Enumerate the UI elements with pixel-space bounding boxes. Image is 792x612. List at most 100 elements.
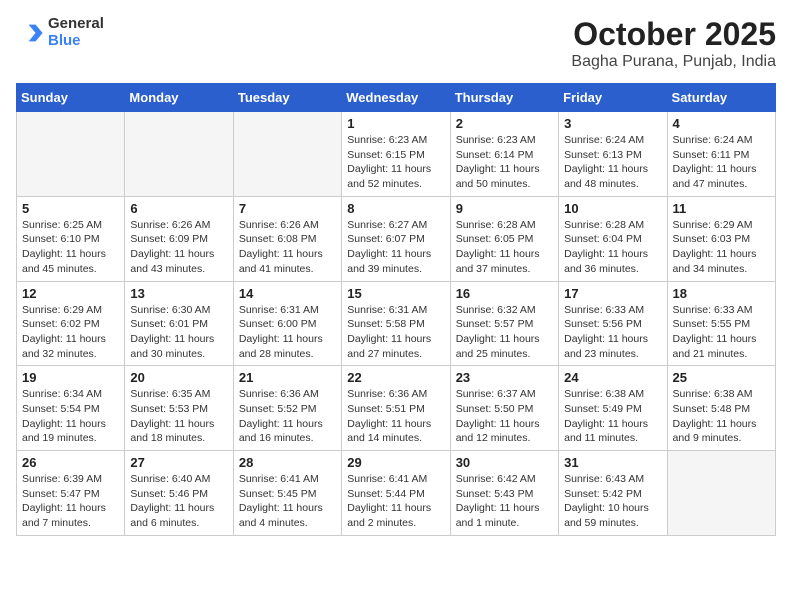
- day-info: Sunrise: 6:29 AMSunset: 6:02 PMDaylight:…: [22, 303, 119, 362]
- day-number: 21: [239, 370, 336, 385]
- calendar-cell: 18 Sunrise: 6:33 AMSunset: 5:55 PMDayligh…: [667, 281, 775, 366]
- calendar-cell: 31Sunrise: 6:43 AMSunset: 5:42 PMDayligh…: [559, 451, 667, 536]
- calendar-cell: 29 Sunrise: 6:41 AMSunset: 5:44 PMDayligh…: [342, 451, 450, 536]
- calendar-week-2: 5 Sunrise: 6:25 AMSunset: 6:10 PMDaylight…: [17, 196, 776, 281]
- calendar-cell: 13 Sunrise: 6:30 AMSunset: 6:01 PMDayligh…: [125, 281, 233, 366]
- calendar-cell: 21 Sunrise: 6:36 AMSunset: 5:52 PMDayligh…: [233, 366, 341, 451]
- day-number: 16: [456, 286, 553, 301]
- day-number: 5: [22, 201, 119, 216]
- day-number: 8: [347, 201, 444, 216]
- day-info: Sunrise: 6:37 AMSunset: 5:50 PMDaylight:…: [456, 387, 553, 446]
- calendar-body: 1Sunrise: 6:23 AMSunset: 6:15 PMDaylight…: [17, 112, 776, 536]
- calendar-cell: 3 Sunrise: 6:24 AMSunset: 6:13 PMDaylight…: [559, 112, 667, 197]
- day-number: 4: [673, 116, 770, 131]
- calendar-cell: 12 Sunrise: 6:29 AMSunset: 6:02 PMDayligh…: [17, 281, 125, 366]
- calendar-cell: 11Sunrise: 6:29 AMSunset: 6:03 PMDayligh…: [667, 196, 775, 281]
- logo-line1: General: [48, 16, 104, 33]
- day-number: 15: [347, 286, 444, 301]
- calendar-cell: 26 Sunrise: 6:39 AMSunset: 5:47 PMDayligh…: [17, 451, 125, 536]
- day-number: 12: [22, 286, 119, 301]
- calendar-cell: 1Sunrise: 6:23 AMSunset: 6:15 PMDaylight…: [342, 112, 450, 197]
- weekday-header-monday: Monday: [125, 84, 233, 112]
- calendar-table: SundayMondayTuesdayWednesdayThursdayFrid…: [16, 83, 776, 536]
- day-info: Sunrise: 6:35 AMSunset: 5:53 PMDaylight:…: [130, 387, 227, 446]
- day-info: Sunrise: 6:33 AMSunset: 5:56 PMDaylight:…: [564, 303, 661, 362]
- calendar-cell: 28 Sunrise: 6:41 AMSunset: 5:45 PMDayligh…: [233, 451, 341, 536]
- title-block: October 2025 Bagha Purana, Punjab, India: [571, 16, 776, 71]
- day-info: Sunrise: 6:31 AMSunset: 6:00 PMDaylight:…: [239, 303, 336, 362]
- day-number: 9: [456, 201, 553, 216]
- calendar-cell: 24Sunrise: 6:38 AMSunset: 5:49 PMDayligh…: [559, 366, 667, 451]
- day-number: 10: [564, 201, 661, 216]
- calendar-cell: 5 Sunrise: 6:25 AMSunset: 6:10 PMDaylight…: [17, 196, 125, 281]
- day-info: Sunrise: 6:36 AMSunset: 5:51 PMDaylight:…: [347, 387, 444, 446]
- logo-icon: [16, 19, 44, 47]
- day-number: 23: [456, 370, 553, 385]
- page-header: General Blue October 2025 Bagha Purana, …: [16, 16, 776, 71]
- day-number: 14: [239, 286, 336, 301]
- calendar-cell: 16Sunrise: 6:32 AMSunset: 5:57 PMDayligh…: [450, 281, 558, 366]
- calendar-cell: 27 Sunrise: 6:40 AMSunset: 5:46 PMDayligh…: [125, 451, 233, 536]
- weekday-header-thursday: Thursday: [450, 84, 558, 112]
- calendar-cell: 4Sunrise: 6:24 AMSunset: 6:11 PMDaylight…: [667, 112, 775, 197]
- day-info: Sunrise: 6:29 AMSunset: 6:03 PMDaylight:…: [673, 218, 770, 277]
- calendar-cell: 14 Sunrise: 6:31 AMSunset: 6:00 PMDayligh…: [233, 281, 341, 366]
- day-number: 26: [22, 455, 119, 470]
- day-number: 22: [347, 370, 444, 385]
- day-number: 17: [564, 286, 661, 301]
- day-number: 29: [347, 455, 444, 470]
- weekday-header-sunday: Sunday: [17, 84, 125, 112]
- day-info: Sunrise: 6:41 AMSunset: 5:45 PMDaylight:…: [239, 472, 336, 531]
- day-number: 7: [239, 201, 336, 216]
- calendar-header: SundayMondayTuesdayWednesdayThursdayFrid…: [17, 84, 776, 112]
- day-number: 28: [239, 455, 336, 470]
- day-info: Sunrise: 6:41 AMSunset: 5:44 PMDaylight:…: [347, 472, 444, 531]
- day-number: 27: [130, 455, 227, 470]
- calendar-cell: 23 Sunrise: 6:37 AMSunset: 5:50 PMDayligh…: [450, 366, 558, 451]
- day-info: Sunrise: 6:39 AMSunset: 5:47 PMDaylight:…: [22, 472, 119, 531]
- day-number: 19: [22, 370, 119, 385]
- calendar-cell: 20Sunrise: 6:35 AMSunset: 5:53 PMDayligh…: [125, 366, 233, 451]
- day-info: Sunrise: 6:36 AMSunset: 5:52 PMDaylight:…: [239, 387, 336, 446]
- day-number: 3: [564, 116, 661, 131]
- calendar-cell: [667, 451, 775, 536]
- day-info: Sunrise: 6:33 AMSunset: 5:55 PMDaylight:…: [673, 303, 770, 362]
- calendar-cell: 2Sunrise: 6:23 AMSunset: 6:14 PMDaylight…: [450, 112, 558, 197]
- day-info: Sunrise: 6:42 AMSunset: 5:43 PMDaylight:…: [456, 472, 553, 531]
- logo: General Blue: [16, 16, 104, 49]
- day-info: Sunrise: 6:43 AMSunset: 5:42 PMDaylight:…: [564, 472, 661, 531]
- day-number: 18: [673, 286, 770, 301]
- weekday-header-wednesday: Wednesday: [342, 84, 450, 112]
- weekday-header-friday: Friday: [559, 84, 667, 112]
- logo-line2: Blue: [48, 33, 104, 50]
- day-info: Sunrise: 6:28 AMSunset: 6:04 PMDaylight:…: [564, 218, 661, 277]
- calendar-week-3: 12 Sunrise: 6:29 AMSunset: 6:02 PMDayligh…: [17, 281, 776, 366]
- weekday-row: SundayMondayTuesdayWednesdayThursdayFrid…: [17, 84, 776, 112]
- day-number: 24: [564, 370, 661, 385]
- day-info: Sunrise: 6:23 AMSunset: 6:14 PMDaylight:…: [456, 133, 553, 192]
- day-info: Sunrise: 6:24 AMSunset: 6:13 PMDaylight:…: [564, 133, 661, 192]
- page-title: October 2025: [571, 16, 776, 53]
- calendar-cell: 15Sunrise: 6:31 AMSunset: 5:58 PMDayligh…: [342, 281, 450, 366]
- day-info: Sunrise: 6:28 AMSunset: 6:05 PMDaylight:…: [456, 218, 553, 277]
- day-info: Sunrise: 6:25 AMSunset: 6:10 PMDaylight:…: [22, 218, 119, 277]
- calendar-week-1: 1Sunrise: 6:23 AMSunset: 6:15 PMDaylight…: [17, 112, 776, 197]
- day-info: Sunrise: 6:30 AMSunset: 6:01 PMDaylight:…: [130, 303, 227, 362]
- day-info: Sunrise: 6:40 AMSunset: 5:46 PMDaylight:…: [130, 472, 227, 531]
- page-subtitle: Bagha Purana, Punjab, India: [571, 53, 776, 71]
- day-info: Sunrise: 6:27 AMSunset: 6:07 PMDaylight:…: [347, 218, 444, 277]
- day-number: 13: [130, 286, 227, 301]
- calendar-cell: 25Sunrise: 6:38 AMSunset: 5:48 PMDayligh…: [667, 366, 775, 451]
- weekday-header-saturday: Saturday: [667, 84, 775, 112]
- calendar-cell: 9 Sunrise: 6:28 AMSunset: 6:05 PMDaylight…: [450, 196, 558, 281]
- day-info: Sunrise: 6:26 AMSunset: 6:09 PMDaylight:…: [130, 218, 227, 277]
- day-info: Sunrise: 6:34 AMSunset: 5:54 PMDaylight:…: [22, 387, 119, 446]
- day-info: Sunrise: 6:26 AMSunset: 6:08 PMDaylight:…: [239, 218, 336, 277]
- calendar-cell: [17, 112, 125, 197]
- calendar-cell: 30 Sunrise: 6:42 AMSunset: 5:43 PMDayligh…: [450, 451, 558, 536]
- day-number: 30: [456, 455, 553, 470]
- day-number: 6: [130, 201, 227, 216]
- calendar-cell: 7 Sunrise: 6:26 AMSunset: 6:08 PMDaylight…: [233, 196, 341, 281]
- day-info: Sunrise: 6:23 AMSunset: 6:15 PMDaylight:…: [347, 133, 444, 192]
- calendar-week-5: 26 Sunrise: 6:39 AMSunset: 5:47 PMDayligh…: [17, 451, 776, 536]
